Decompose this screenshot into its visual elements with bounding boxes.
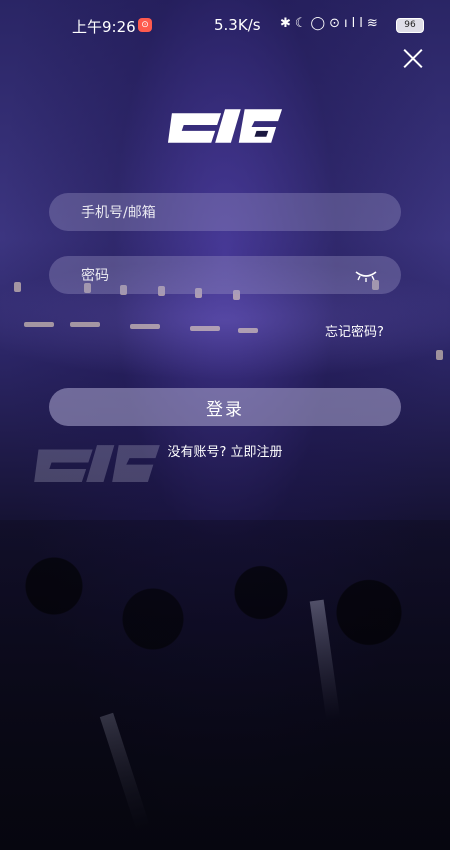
stage-light bbox=[130, 324, 160, 329]
stage-light bbox=[238, 328, 258, 333]
eye-closed-icon[interactable] bbox=[355, 267, 377, 283]
stage-light bbox=[14, 282, 21, 292]
stage-light bbox=[190, 326, 220, 331]
crowd-silhouette bbox=[0, 520, 450, 850]
background-logo bbox=[32, 428, 162, 498]
status-icons: ✱☾◯⊙ıll≋ bbox=[280, 16, 382, 31]
notification-app-icon: ⊙ bbox=[138, 18, 152, 32]
register-link[interactable]: 立即注册 bbox=[231, 445, 283, 460]
stage-light bbox=[70, 322, 100, 327]
forgot-password-link[interactable]: 忘记密码? bbox=[325, 321, 384, 340]
background-logo-graphic bbox=[34, 445, 160, 482]
app-logo-graphic bbox=[167, 109, 283, 143]
no-account-text: 没有账号? bbox=[167, 445, 227, 460]
login-button[interactable]: 登录 bbox=[49, 388, 401, 426]
eye-closed-glyph bbox=[355, 271, 377, 282]
status-bar: 上午9:26 ⊙ 5.3K/s ✱☾◯⊙ıll≋ 96 bbox=[0, 0, 450, 50]
register-prompt: 没有账号? 立即注册 bbox=[0, 441, 450, 460]
app-logo bbox=[166, 103, 284, 148]
password-field[interactable] bbox=[49, 256, 401, 296]
battery-icon: 96 bbox=[396, 18, 424, 33]
account-field[interactable] bbox=[49, 193, 401, 233]
account-input[interactable] bbox=[79, 193, 363, 233]
stage-light bbox=[436, 350, 443, 360]
stage-light bbox=[24, 322, 54, 327]
network-speed: 5.3K/s bbox=[214, 16, 261, 34]
password-input[interactable] bbox=[79, 256, 363, 296]
status-time: 上午9:26 bbox=[72, 18, 136, 36]
close-icon[interactable] bbox=[402, 47, 424, 69]
